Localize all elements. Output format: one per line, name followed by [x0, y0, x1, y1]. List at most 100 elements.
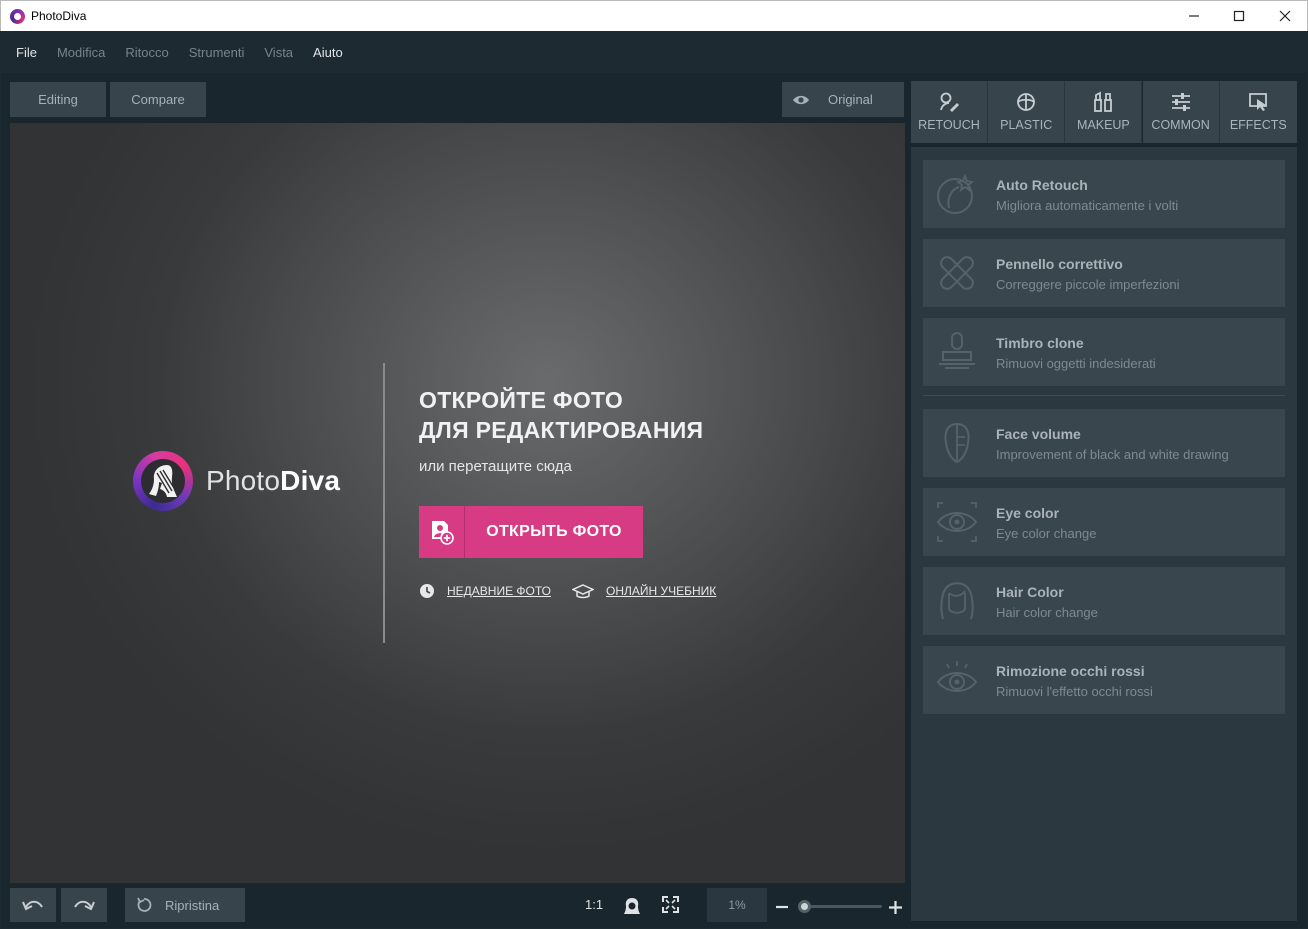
photodiva-logo: PhotoDiva: [133, 450, 353, 514]
tab-common-label: COMMON: [1151, 118, 1210, 132]
tool-title: Face volume: [996, 426, 1081, 442]
tool-red-eye-removal[interactable]: Rimozione occhi rossi Rimuovi l'effetto …: [923, 646, 1285, 714]
tool-tabs: RETOUCH PLASTIC MAKEUP COMMON EFFECTS: [911, 81, 1297, 143]
tab-plastic[interactable]: PLASTIC: [988, 81, 1066, 143]
headline: ОТКРОЙТЕ ФОТО ДЛЯ РЕДАКТИРОВАНИЯ: [419, 385, 703, 445]
tab-makeup-label: MAKEUP: [1076, 118, 1130, 132]
bandage-icon: [940, 256, 974, 290]
redo-icon: [74, 900, 95, 911]
close-button[interactable]: [1262, 1, 1308, 31]
eye-color-icon: [936, 502, 978, 542]
logo-disc-icon: [133, 451, 193, 511]
tool-title: Rimozione occhi rossi: [996, 663, 1145, 679]
tab-makeup[interactable]: MAKEUP: [1065, 81, 1143, 143]
original-button[interactable]: Original: [782, 82, 904, 117]
tab-plastic-label: PLASTIC: [1000, 118, 1053, 132]
zoom-slider-thumb[interactable]: [798, 900, 811, 913]
tools-panel: Auto Retouch Migliora automaticamente i …: [911, 147, 1297, 921]
tool-title: Eye color: [996, 505, 1060, 521]
reset-label: Ripristina: [165, 897, 220, 913]
zoom-out-icon[interactable]: [775, 900, 789, 914]
tab-common[interactable]: COMMON: [1142, 81, 1220, 143]
recent-photos-label: НЕДАВНИЕ ФОТО: [447, 584, 552, 598]
tool-title: Auto Retouch: [996, 177, 1088, 193]
compare-label: Compare: [131, 92, 185, 107]
red-eye-icon: [936, 661, 978, 692]
tool-subtitle: Rimuovi l'effetto occhi rossi: [996, 684, 1153, 699]
hair-icon: [940, 582, 974, 620]
online-tutorial-link[interactable]: ОНЛАЙН УЧЕБНИК: [572, 583, 716, 599]
logo-text-bold: Diva: [280, 465, 341, 496]
tool-subtitle: Migliora automaticamente i volti: [996, 198, 1179, 213]
headline-line-2: ДЛЯ РЕДАКТИРОВАНИЯ: [419, 417, 704, 443]
minimize-icon: [1189, 15, 1199, 17]
tool-auto-retouch[interactable]: Auto Retouch Migliora automaticamente i …: [923, 160, 1285, 228]
compare-button[interactable]: Compare: [110, 82, 206, 117]
tool-face-volume[interactable]: Face volume Improvement of black and whi…: [923, 409, 1285, 477]
zoom-value: 1%: [728, 898, 746, 912]
drop-hint: или перетащите сюда: [419, 458, 572, 475]
clock-icon: [420, 584, 434, 598]
tool-subtitle: Hair color change: [996, 605, 1098, 620]
open-photo-button[interactable]: ОТКРЫТЬ ФОТО: [419, 506, 643, 558]
tool-title: Timbro clone: [996, 335, 1084, 351]
fit-face-icon[interactable]: [623, 897, 641, 915]
editing-button[interactable]: Editing: [10, 82, 106, 117]
woman-silhouette-icon: [149, 465, 177, 497]
app-logo-icon: [10, 9, 25, 24]
editing-label: Editing: [38, 92, 78, 107]
undo-button[interactable]: [10, 888, 56, 922]
undo-icon: [22, 900, 43, 911]
menu-bar: File Modifica Ritocco Strumenti Vista Ai…: [1, 31, 1307, 73]
effects-icon: [1249, 93, 1268, 111]
redo-button[interactable]: [61, 888, 107, 922]
tab-effects[interactable]: EFFECTS: [1219, 81, 1297, 143]
stamp-icon: [939, 332, 975, 369]
zoom-slider-track[interactable]: [800, 905, 882, 908]
zoom-input[interactable]: 1%: [707, 888, 767, 922]
logo-wordmark: PhotoDiva: [206, 465, 340, 497]
open-photo-label: ОТКРЫТЬ ФОТО: [486, 523, 622, 540]
panel-separator: [923, 395, 1285, 396]
recent-photos-link[interactable]: НЕДАВНИЕ ФОТО: [419, 583, 551, 599]
face-volume-icon: [944, 422, 970, 464]
menu-file[interactable]: File: [16, 45, 37, 60]
tool-clone-stamp[interactable]: Timbro clone Rimuovi oggetti indesiderat…: [923, 318, 1285, 386]
tool-hair-color[interactable]: Hair Color Hair color change: [923, 567, 1285, 635]
tool-healing-brush[interactable]: Pennello correttivo Correggere piccole i…: [923, 239, 1285, 307]
zoom-in-icon[interactable]: [888, 900, 903, 915]
minimize-button[interactable]: [1171, 1, 1217, 31]
online-tutorial-label: ОНЛАЙН УЧЕБНИК: [606, 584, 717, 598]
tool-subtitle: Eye color change: [996, 526, 1097, 541]
tab-retouch[interactable]: RETOUCH: [911, 81, 988, 143]
maximize-icon: [1233, 10, 1245, 22]
menu-vista[interactable]: Vista: [264, 45, 293, 60]
reset-icon: [137, 897, 152, 912]
original-label: Original: [828, 92, 873, 107]
tool-subtitle: Rimuovi oggetti indesiderati: [996, 356, 1156, 371]
sliders-icon: [1171, 93, 1190, 111]
add-photo-icon: [419, 506, 465, 558]
tool-subtitle: Correggere piccole imperfezioni: [996, 277, 1180, 292]
tool-subtitle: Improvement of black and white drawing: [996, 447, 1229, 462]
window-title: PhotoDiva: [31, 9, 87, 23]
maximize-button[interactable]: [1216, 1, 1262, 31]
actual-size-button[interactable]: 1:1: [585, 897, 603, 912]
auto-retouch-icon: [937, 173, 975, 214]
menu-strumenti[interactable]: Strumenti: [189, 45, 245, 60]
menu-ritocco[interactable]: Ritocco: [125, 45, 168, 60]
reset-button[interactable]: Ripristina: [125, 888, 245, 922]
makeup-icon: [1094, 91, 1113, 112]
menu-aiuto[interactable]: Aiuto: [313, 45, 343, 60]
tool-eye-color[interactable]: Eye color Eye color change: [923, 488, 1285, 556]
tool-title: Hair Color: [996, 584, 1064, 600]
menu-modifica[interactable]: Modifica: [57, 45, 105, 60]
fullscreen-icon[interactable]: [662, 896, 679, 913]
plastic-icon: [1017, 93, 1036, 111]
tab-retouch-label: RETOUCH: [918, 118, 980, 132]
tool-title: Pennello correttivo: [996, 256, 1123, 272]
logo-text-light: Photo: [206, 465, 281, 496]
image-canvas[interactable]: PhotoDiva ОТКРОЙТЕ ФОТО ДЛЯ РЕДАКТИРОВАН…: [10, 123, 905, 883]
tab-effects-label: EFFECTS: [1229, 118, 1287, 132]
eye-icon: [793, 95, 809, 104]
